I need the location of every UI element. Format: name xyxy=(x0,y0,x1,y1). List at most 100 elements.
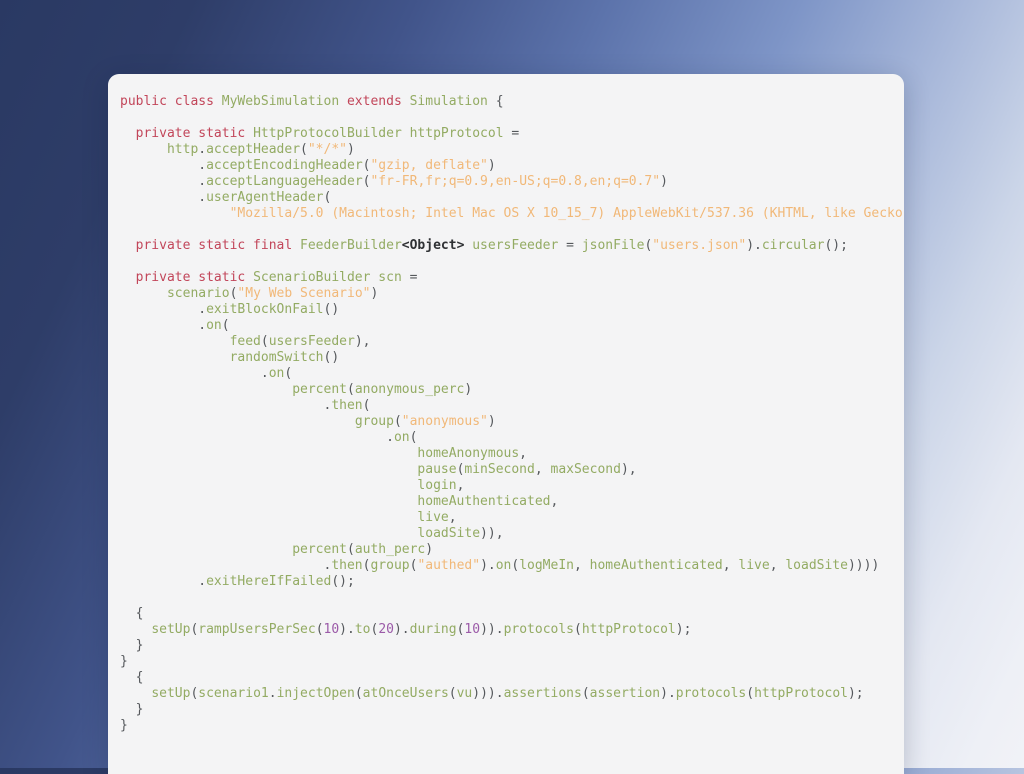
token-pun: , xyxy=(534,462,551,477)
token-pun: } xyxy=(135,702,144,717)
token-pad xyxy=(120,558,324,573)
code-line: } xyxy=(108,654,904,670)
token-str: "*/*" xyxy=(307,142,347,157)
token-typ: Simulation xyxy=(409,94,488,109)
token-mth: injectOpen xyxy=(276,686,355,701)
token-pad xyxy=(120,302,198,317)
token-mth: vu xyxy=(456,686,473,701)
token-pun: ) xyxy=(487,414,496,429)
token-pun: ), xyxy=(620,462,637,477)
token-pun: ))). xyxy=(472,686,504,701)
token-mth: acceptHeader xyxy=(206,142,301,157)
token-kw: private static xyxy=(135,126,254,141)
token-pun: . xyxy=(260,366,269,381)
token-pad xyxy=(120,366,261,381)
token-mth: percent xyxy=(292,382,347,397)
token-num: 10 xyxy=(464,622,481,637)
token-mth: on xyxy=(393,430,410,445)
token-pun: } xyxy=(120,654,128,669)
token-pun: { xyxy=(135,670,144,685)
code-line: loadSite)), xyxy=(108,526,904,542)
code-line: randomSwitch() xyxy=(108,350,904,366)
token-def xyxy=(402,126,410,141)
token-pun: ( xyxy=(346,542,355,557)
token-mth: exitHereIfFailed xyxy=(206,574,332,589)
token-mth: usersFeeder xyxy=(268,334,355,349)
token-pad xyxy=(120,446,417,461)
token-pun: , xyxy=(550,494,559,509)
token-pun: )). xyxy=(480,622,504,637)
code-line: setUp(rampUsersPerSec(10).to(20).during(… xyxy=(108,622,904,638)
token-pun: ) xyxy=(660,174,668,189)
token-pun: ). xyxy=(746,238,762,253)
token-pun: ( xyxy=(300,142,308,157)
token-mth: circular xyxy=(761,238,825,253)
token-pad xyxy=(120,638,136,653)
code-line: feed(usersFeeder), xyxy=(108,334,904,350)
token-mth: http xyxy=(166,142,199,157)
token-mth: homeAuthenticated xyxy=(589,558,723,573)
token-pad xyxy=(120,670,136,685)
token-mth: auth_perc xyxy=(354,542,426,557)
code-line: } xyxy=(108,718,904,734)
token-pad xyxy=(120,126,136,141)
token-mth: httpProtocol xyxy=(754,686,848,701)
token-pun: ) xyxy=(347,142,355,157)
token-pun: () xyxy=(323,302,340,317)
token-pun: ) xyxy=(425,542,434,557)
token-str: "fr-FR,fr;q=0.9,en-US;q=0.8,en;q=0.7" xyxy=(370,174,661,189)
token-pun: ). xyxy=(480,558,496,573)
token-pun: , xyxy=(769,558,786,573)
token-pun: ( xyxy=(346,382,355,397)
token-pun: . xyxy=(268,686,277,701)
code-line: public class MyWebSimulation extends Sim… xyxy=(108,94,904,110)
token-pad xyxy=(120,286,167,301)
code-line: .on( xyxy=(108,318,904,334)
token-cls: MyWebSimulation xyxy=(221,94,340,109)
token-pun: . xyxy=(198,190,207,205)
token-mth: randomSwitch xyxy=(229,350,324,365)
token-pun: ( xyxy=(393,414,402,429)
code-line: "Mozilla/5.0 (Macintosh; Intel Mac OS X … xyxy=(108,206,904,222)
token-mth: group xyxy=(370,558,410,573)
token-pad xyxy=(120,318,198,333)
token-pad xyxy=(120,702,136,717)
token-pun: } xyxy=(120,718,128,733)
token-pun: ) xyxy=(370,286,379,301)
token-pun: ( xyxy=(315,622,324,637)
code-line: } xyxy=(108,702,904,718)
token-pad xyxy=(120,542,292,557)
token-mth: anonymous_perc xyxy=(354,382,465,397)
token-kw: private static final xyxy=(135,238,301,253)
token-mth: scn xyxy=(378,270,402,285)
token-pad xyxy=(120,574,198,589)
token-mth: setUp xyxy=(151,686,191,701)
token-mth: httpProtocol xyxy=(409,126,504,141)
token-mth: scenario1 xyxy=(198,686,269,701)
token-pun: , xyxy=(519,446,527,461)
token-kw: private static xyxy=(135,270,254,285)
token-mth: live xyxy=(417,510,449,525)
token-pun: ( xyxy=(448,686,457,701)
code-line: .on( xyxy=(108,366,904,382)
token-mth: loadSite xyxy=(417,526,481,541)
token-mth: live xyxy=(738,558,770,573)
token-op: = xyxy=(401,270,418,285)
token-pun: ), xyxy=(354,334,371,349)
token-mth: to xyxy=(354,622,371,637)
code-block[interactable]: public class MyWebSimulation extends Sim… xyxy=(108,74,904,734)
code-line: private static final FeederBuilder<Objec… xyxy=(108,238,904,254)
token-pad xyxy=(120,270,136,285)
token-kw: public class xyxy=(120,94,222,109)
token-mth: loadSite xyxy=(785,558,848,573)
code-line: .userAgentHeader( xyxy=(108,190,904,206)
code-line: homeAuthenticated, xyxy=(108,494,904,510)
token-mth: protocols xyxy=(675,686,747,701)
code-line: percent(auth_perc) xyxy=(108,542,904,558)
token-pun: (); xyxy=(331,574,355,589)
token-pad xyxy=(120,158,198,173)
token-mth: setUp xyxy=(151,622,191,637)
token-pad xyxy=(120,478,417,493)
token-pad xyxy=(120,238,136,253)
